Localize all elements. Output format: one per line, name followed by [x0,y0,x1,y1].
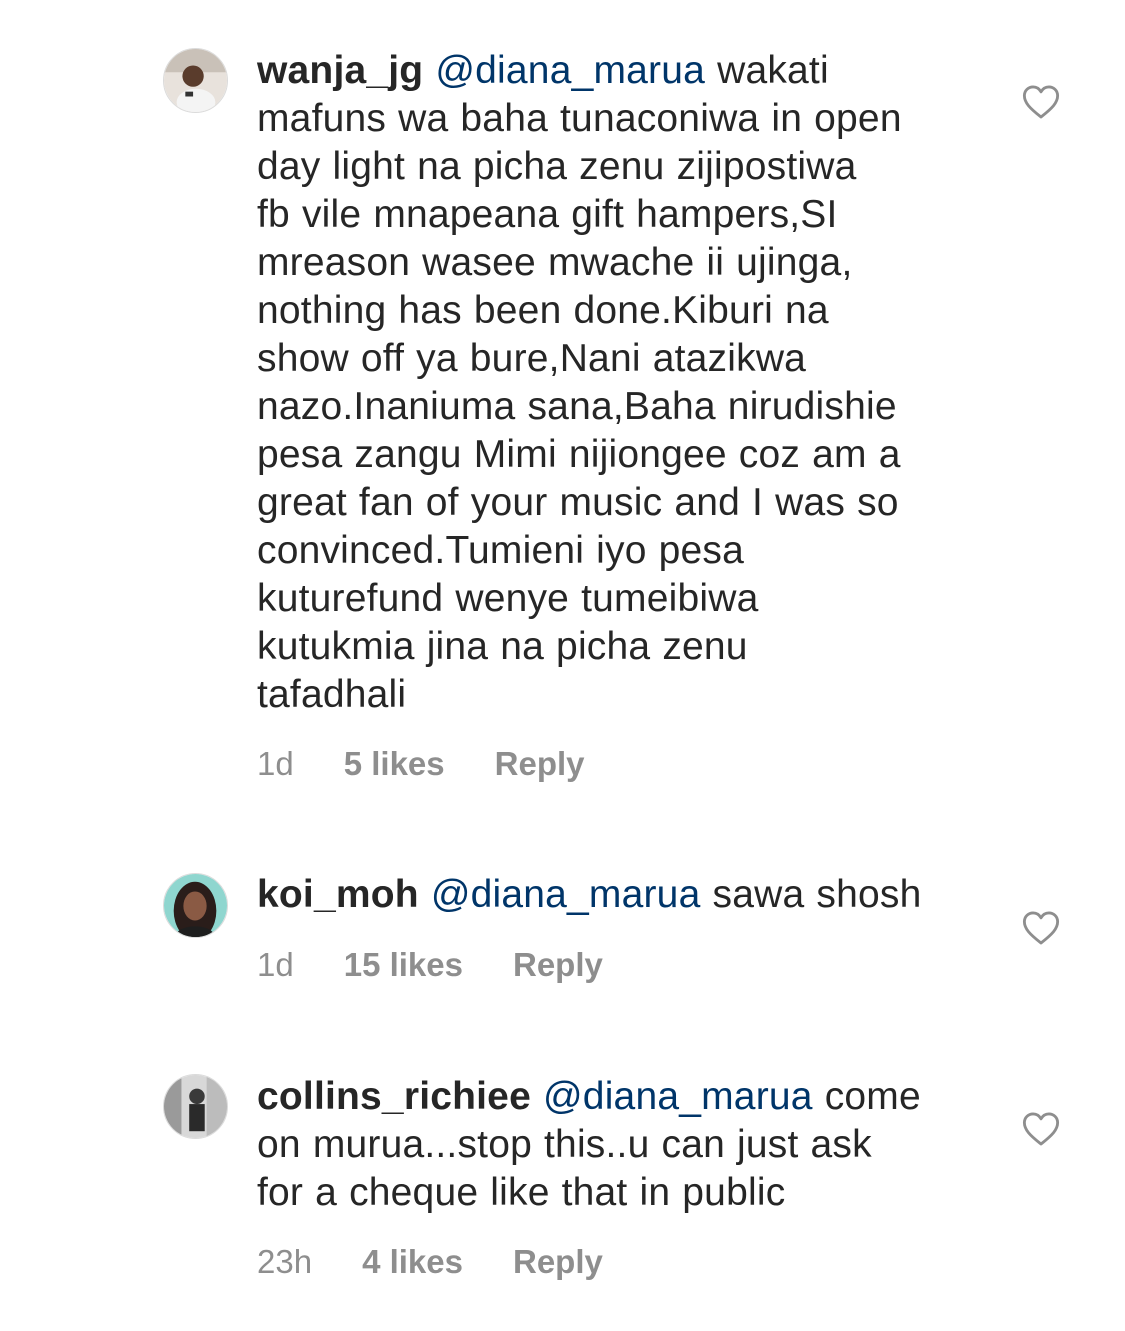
comment-meta: 1d 15 likes Reply [257,945,603,985]
timestamp: 1d [257,745,294,782]
comment-line: great fan of your music and I was so [257,481,899,524]
like-button[interactable] [1022,84,1060,120]
user-avatar-icon [164,1075,227,1138]
comment-meta: 1d 5 likes Reply [257,744,585,784]
comment-line: nothing has been done.Kiburi na [257,289,829,332]
comment-line: mafuns wa baha tunaconiwa in open [257,97,902,140]
comment-line: for a cheque like that in public [257,1171,786,1214]
comment-line: day light na picha zenu zijipostiwa [257,145,857,188]
reply-button[interactable]: Reply [495,744,585,784]
user-avatar-icon [164,874,227,937]
comment-first-line: collins_richiee @diana_marua come [257,1073,977,1121]
comment-line: mreason wasee mwache ii ujinga, [257,241,853,284]
comment-line: tafadhali [257,673,407,716]
heart-outline-icon [1022,1112,1060,1146]
like-button[interactable] [1022,1111,1060,1147]
comment-line: pesa zangu Mimi nijiongee coz am a [257,433,901,476]
comment-line: fb vile mnapeana gift hampers,SI [257,193,838,236]
comment-first-line: wanja_jg @diana_marua wakati [257,47,977,95]
comment-text: collins_richiee @diana_marua come on mur… [257,1073,977,1217]
comment-text: wanja_jg @diana_marua wakati mafuns wa b… [257,47,977,719]
mention-link[interactable]: @diana_marua [435,49,705,92]
comment-line: on murua...stop this..u can just ask [257,1123,872,1166]
user-avatar-icon [164,49,227,112]
comment-line: show off ya bure,Nani atazikwa [257,337,807,380]
heart-outline-icon [1022,911,1060,945]
comment-line: kuturefund wenye tumeibiwa [257,577,759,620]
avatar[interactable] [163,48,228,113]
comment-line: nazo.Inaniuma sana,Baha nirudishie [257,385,897,428]
reply-button[interactable]: Reply [513,1242,603,1282]
comment-text: koi_moh @diana_marua sawa shosh [257,871,977,919]
timestamp: 1d [257,946,294,983]
like-button[interactable] [1022,910,1060,946]
comment-line: kutukmia jina na picha zenu [257,625,748,668]
comment-line: sawa shosh [712,873,922,916]
username[interactable]: koi_moh [257,873,419,916]
likes-count[interactable]: 5 likes [344,744,445,784]
mention-link[interactable]: @diana_marua [431,873,701,916]
likes-count[interactable]: 4 likes [362,1242,463,1282]
avatar[interactable] [163,873,228,938]
username[interactable]: wanja_jg [257,49,423,92]
timestamp: 23h [257,1243,313,1280]
comment-line: wakati [717,49,829,92]
likes-count[interactable]: 15 likes [344,945,463,985]
comment-line: come [824,1075,921,1118]
comment-line: convinced.Tumieni iyo pesa [257,529,745,572]
avatar[interactable] [163,1074,228,1139]
heart-outline-icon [1022,85,1060,119]
reply-button[interactable]: Reply [513,945,603,985]
comment-meta: 23h 4 likes Reply [257,1242,603,1282]
comment-first-line: koi_moh @diana_marua sawa shosh [257,871,977,919]
mention-link[interactable]: @diana_marua [543,1075,813,1118]
username[interactable]: collins_richiee [257,1075,531,1118]
